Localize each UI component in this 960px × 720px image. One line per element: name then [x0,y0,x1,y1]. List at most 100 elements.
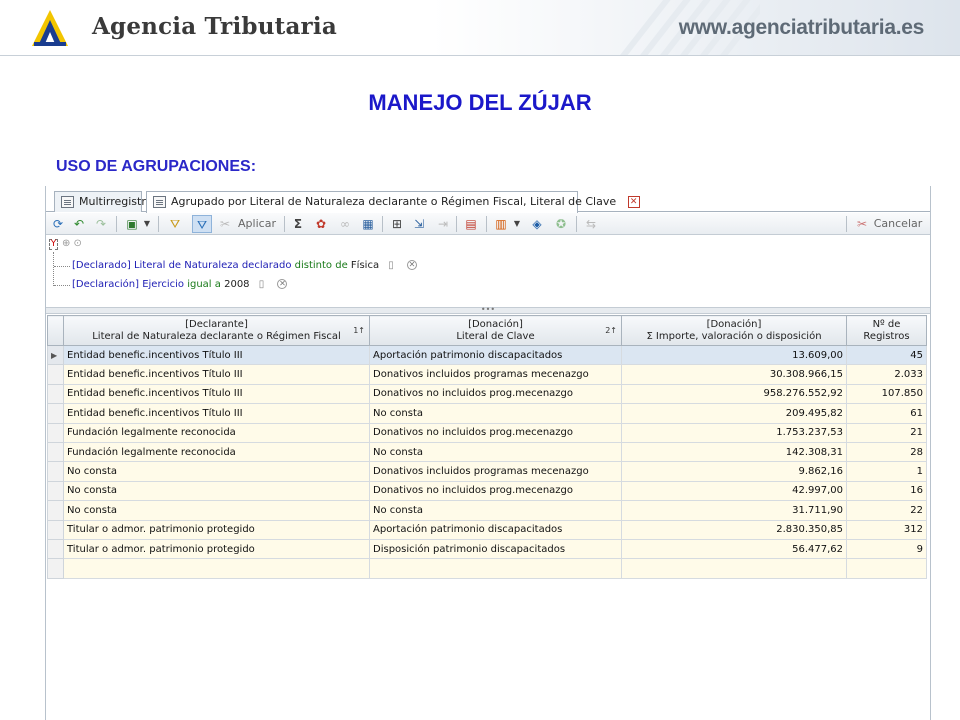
table-row[interactable]: Titular o admor. patrimonio protegido Di… [47,538,927,560]
table-row[interactable]: Titular o admor. patrimonio protegido Ap… [47,519,927,540]
chart-dropdown-icon[interactable]: ▼ [512,215,522,233]
table-row[interactable]: Entidad benefic.incentivos Título III Do… [47,364,927,385]
cell-declarante[interactable]: Entidad benefic.incentivos Título III [63,344,370,366]
apply-button[interactable]: Aplicar [236,215,278,233]
cell-importe[interactable]: 1.753.237,53 [621,422,847,443]
cell-declarante[interactable]: No consta [63,500,370,521]
cell-clave[interactable]: Aportación patrimonio discapacitados [369,344,622,366]
cell-registros[interactable]: 9 [846,538,927,560]
cell-empty[interactable] [63,558,370,579]
redo-icon[interactable]: ↷ [92,215,110,233]
table-icon[interactable]: ▦ [360,215,376,233]
cell-importe[interactable]: 13.609,00 [621,344,847,366]
filter-active-icon[interactable]: ⛛ [192,215,212,233]
cell-clave[interactable]: Aportación patrimonio discapacitados [369,519,622,540]
cell-importe[interactable]: 42.997,00 [621,480,847,502]
cell-clave[interactable]: No consta [369,500,622,521]
columns-icon[interactable]: ⊞ [388,215,406,233]
cell-registros[interactable]: 312 [846,519,927,540]
move-icon[interactable]: ⇥ [434,215,452,233]
save-icon[interactable]: ▣ [124,215,140,233]
cell-clave[interactable]: No consta [369,403,622,424]
cell-importe[interactable]: 30.308.966,15 [621,364,847,385]
cell-importe[interactable]: 9.862,16 [621,461,847,482]
row-selector[interactable] [47,461,64,482]
table-row[interactable]: ▶ Entidad benefic.incentivos Título III … [47,344,927,366]
filter-icon[interactable]: ⛛ [166,215,184,233]
link-icon[interactable]: ∞ [336,215,354,233]
filter-root-icon[interactable]: Y [49,239,58,250]
tab-agrupado[interactable]: Agrupado por Literal de Naturaleza decla… [146,191,640,213]
filter-edit-icon[interactable]: ▯ [388,260,394,271]
table-row[interactable]: No consta No consta 31.711,90 22 [47,500,927,521]
close-tab-icon[interactable]: ✕ [627,196,640,208]
cell-declarante[interactable]: No consta [63,480,370,502]
row-selector[interactable] [47,403,64,424]
filter-condition-1[interactable]: [Declarado] Literal de Naturaleza declar… [72,260,417,271]
row-selector[interactable] [47,519,64,540]
cell-importe[interactable]: 31.711,90 [621,500,847,521]
remove-filter-icon[interactable]: ✕ [277,279,288,289]
table-row[interactable]: No consta Donativos incluidos programas … [47,461,927,482]
chart-colors-icon[interactable]: ✿ [312,215,330,233]
column-header-clave[interactable]: [Donación] Literal de Clave 2↑ [369,315,622,346]
cell-importe[interactable]: 209.495,82 [621,403,847,424]
cell-importe[interactable]: 2.830.350,85 [621,519,847,540]
table-row[interactable]: Fundación legalmente reconocida Donativo… [47,422,927,443]
row-selector[interactable] [47,500,64,521]
bar-chart-icon[interactable]: ▥ [492,215,510,233]
cell-empty[interactable] [369,558,622,579]
cell-registros[interactable]: 45 [846,344,927,366]
cube-icon[interactable]: ◈ [528,215,546,233]
cancel-icon[interactable]: ✂ [854,215,870,233]
cell-empty[interactable] [846,558,927,579]
table-row[interactable]: Entidad benefic.incentivos Título III Do… [47,383,927,405]
tab-multirregistro[interactable]: Multirregistro [54,191,152,212]
cell-registros[interactable]: 22 [846,500,927,521]
cell-registros[interactable]: 16 [846,480,927,502]
cell-registros[interactable]: 21 [846,422,927,443]
row-selector[interactable] [47,364,64,385]
row-selector[interactable] [47,538,64,560]
settings-icon[interactable]: ✪ [552,215,570,233]
filter-condition-2[interactable]: [Declaración] Ejercicio igual a 2008 ▯ ✕ [72,279,288,290]
cancel-button[interactable]: Cancelar [872,215,924,233]
cell-registros[interactable]: 1 [846,461,927,482]
column-header-registros[interactable]: Nº de Registros [846,315,927,346]
table-row-empty[interactable] [47,558,927,579]
cell-clave[interactable]: Donativos incluidos programas mecenazgo [369,364,622,385]
navigate-icon[interactable]: ⇆ [582,215,600,233]
row-selector[interactable] [47,441,64,463]
cell-declarante[interactable]: Fundación legalmente reconocida [63,441,370,463]
save-dropdown-icon[interactable]: ▼ [142,215,152,233]
table-row[interactable]: Fundación legalmente reconocida No const… [47,441,927,463]
panel-splitter[interactable]: ••• [46,306,930,314]
sum-icon[interactable]: Σ [290,215,306,233]
refresh-icon[interactable]: ⟳ [50,215,66,233]
row-selector[interactable] [47,422,64,443]
table-row[interactable]: Entidad benefic.incentivos Título III No… [47,403,927,424]
cell-clave[interactable]: Disposición patrimonio discapacitados [369,538,622,560]
cell-clave[interactable]: Donativos no incluidos prog.mecenazgo [369,480,622,502]
undo-icon[interactable]: ↶ [70,215,88,233]
cell-clave[interactable]: Donativos no incluidos prog.mecenazgo [369,383,622,405]
remove-filter-icon[interactable]: ✕ [406,260,417,270]
column-header-declarante[interactable]: [Declarante] Literal de Naturaleza decla… [63,315,370,346]
cell-registros[interactable]: 107.850 [846,383,927,405]
cell-registros[interactable]: 28 [846,441,927,463]
print-icon[interactable]: ▤ [462,215,480,233]
filter-edit-icon[interactable]: ▯ [259,279,265,290]
apply-icon[interactable]: ✂ [216,215,234,233]
filter-tools-icon[interactable]: ⊕ ⊙ [62,238,82,249]
cell-importe[interactable]: 958.276.552,92 [621,383,847,405]
cell-declarante[interactable]: Entidad benefic.incentivos Título III [63,364,370,385]
cell-registros[interactable]: 2.033 [846,364,927,385]
cell-declarante[interactable]: Entidad benefic.incentivos Título III [63,383,370,405]
cell-declarante[interactable]: Fundación legalmente reconocida [63,422,370,443]
column-header-importe[interactable]: [Donación] Σ Importe, valoración o dispo… [621,315,847,346]
cell-clave[interactable]: Donativos no incluidos prog.mecenazgo [369,422,622,443]
cell-importe[interactable]: 142.308,31 [621,441,847,463]
row-selector[interactable] [47,383,64,405]
table-row[interactable]: No consta Donativos no incluidos prog.me… [47,480,927,502]
cell-declarante[interactable]: No consta [63,461,370,482]
